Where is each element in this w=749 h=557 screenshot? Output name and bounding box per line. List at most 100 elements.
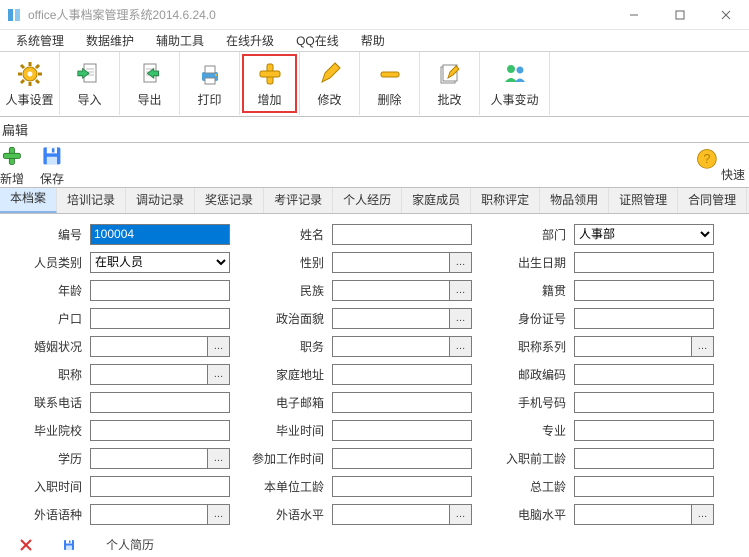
label-zip: 邮政编码 [476,366,570,383]
input-hire[interactable] [90,476,230,497]
sub-help-button[interactable] [693,143,721,187]
tab-contract[interactable]: 合同管理 [678,188,747,213]
tbtn-label: 删除 [377,91,401,108]
picker-title[interactable]: … [208,364,230,385]
input-id[interactable] [90,224,230,245]
input-school[interactable] [90,420,230,441]
input-unitwork[interactable] [332,476,472,497]
tab-profile[interactable]: 本档案 [0,188,57,213]
picker-complv[interactable]: … [692,504,714,525]
input-nation[interactable] [332,280,450,301]
label-school: 毕业院校 [4,422,86,439]
bottom-strip: 个人简历 [0,528,749,553]
picker-marital[interactable]: … [208,336,230,357]
input-lang[interactable] [90,504,208,525]
menu-tools[interactable]: 辅助工具 [146,30,214,51]
input-langlv[interactable] [332,504,450,525]
input-marital[interactable] [90,336,208,357]
sub-save-button[interactable]: 保存 [32,143,72,187]
tbtn-label: 批改 [437,91,461,108]
select-dept[interactable]: 人事部 [574,224,714,245]
input-birth[interactable] [574,252,714,273]
tab-title[interactable]: 职称评定 [471,188,540,213]
toolbar-add[interactable]: 增加 [240,52,300,115]
toolbar-import[interactable]: 导入 [60,52,120,115]
tab-items[interactable]: 物品领用 [540,188,609,213]
label-major: 专业 [476,422,570,439]
tab-transfer[interactable]: 调动记录 [126,188,195,213]
tab-history[interactable]: 个人经历 [333,188,402,213]
label-tel: 联系电话 [4,394,86,411]
label-unitwork: 本单位工龄 [234,478,328,495]
input-edu[interactable] [90,448,208,469]
input-titleSeries[interactable] [574,336,692,357]
menu-upgrade[interactable]: 在线升级 [216,30,284,51]
picker-titleSeries[interactable]: … [692,336,714,357]
tab-reward[interactable]: 奖惩记录 [195,188,264,213]
sub-add-button[interactable]: 新增 [0,143,32,187]
label-duty: 职务 [234,338,328,355]
input-major[interactable] [574,420,714,441]
input-hukou[interactable] [90,308,230,329]
label-addr: 家庭地址 [234,366,328,383]
input-totalwork[interactable] [574,476,714,497]
menu-qq[interactable]: QQ在线 [286,30,349,51]
close-button[interactable] [703,0,749,30]
minus-icon [376,60,404,88]
export-icon [136,60,164,88]
tab-family[interactable]: 家庭成员 [402,188,471,213]
input-email[interactable] [332,392,472,413]
picker-edu[interactable]: … [208,448,230,469]
input-duty[interactable] [332,336,450,357]
sub-label: 保存 [40,170,64,187]
tab-cert[interactable]: 证照管理 [609,188,678,213]
import-icon [76,60,104,88]
input-name[interactable] [332,224,472,245]
menu-system[interactable]: 系统管理 [6,30,74,51]
input-prework[interactable] [574,448,714,469]
picker-nation[interactable]: … [450,280,472,301]
picker-langlv[interactable]: … [450,504,472,525]
toolbar-batch-edit[interactable]: 批改 [420,52,480,115]
menu-data[interactable]: 数据维护 [76,30,144,51]
toolbar-personnel-move[interactable]: 人事变动 [480,52,550,115]
delete-small-icon[interactable] [20,539,32,551]
input-mobile[interactable] [574,392,714,413]
input-tel[interactable] [90,392,230,413]
label-hukou: 户口 [4,310,86,327]
toolbar-export[interactable]: 导出 [120,52,180,115]
input-addr[interactable] [332,364,472,385]
menu-help[interactable]: 帮助 [351,30,395,51]
picker-duty[interactable]: … [450,336,472,357]
minimize-button[interactable] [611,0,657,30]
input-zip[interactable] [574,364,714,385]
toolbar-personnel-settings[interactable]: 人事设置 [0,52,60,115]
tbtn-label: 打印 [197,91,221,108]
label-polit: 政治面貌 [234,310,328,327]
maximize-button[interactable] [657,0,703,30]
input-polit[interactable] [332,308,450,329]
picker-lang[interactable]: … [208,504,230,525]
select-ptype[interactable]: 在职人员 [90,252,230,273]
save-small-icon[interactable] [62,538,76,552]
picker-polit[interactable]: … [450,308,472,329]
toolbar-print[interactable]: 打印 [180,52,240,115]
menubar: 系统管理 数据维护 辅助工具 在线升级 QQ在线 帮助 [0,30,749,52]
toolbar-edit[interactable]: 修改 [300,52,360,115]
input-idno[interactable] [574,308,714,329]
label-prework: 入职前工龄 [476,450,570,467]
label-idno: 身份证号 [476,310,570,327]
input-native[interactable] [574,280,714,301]
tab-review[interactable]: 考评记录 [264,188,333,213]
gear-icon [16,60,44,88]
input-gradtime[interactable] [332,420,472,441]
app-icon [6,7,22,23]
input-sex[interactable] [332,252,450,273]
input-title[interactable] [90,364,208,385]
input-age[interactable] [90,280,230,301]
tab-training[interactable]: 培训记录 [57,188,126,213]
toolbar-delete[interactable]: 删除 [360,52,420,115]
input-complv[interactable] [574,504,692,525]
input-joinwork[interactable] [332,448,472,469]
picker-sex[interactable]: … [450,252,472,273]
